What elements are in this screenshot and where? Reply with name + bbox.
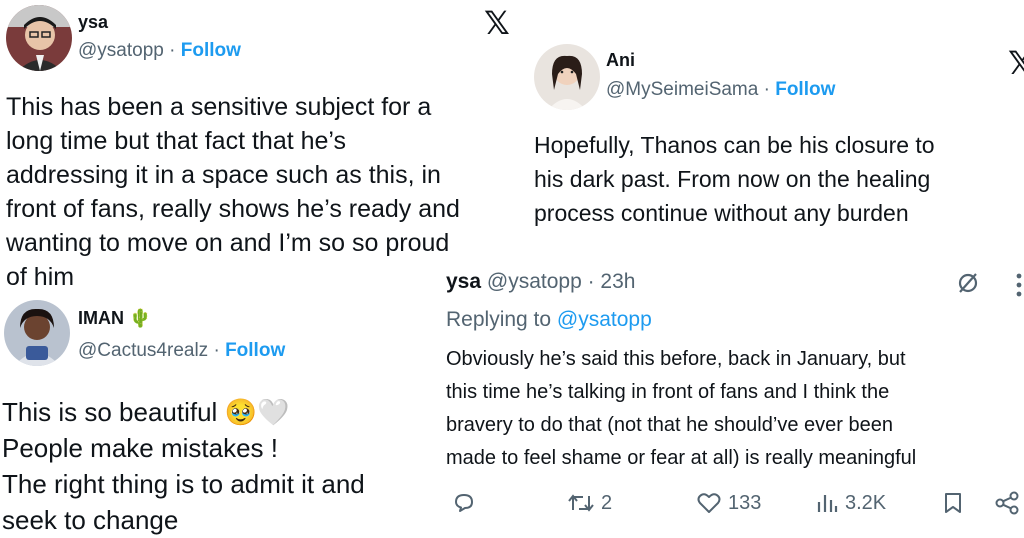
tweet-ani-handle-line: @MySeimeiSama · Follow xyxy=(606,79,835,101)
retweet-icon xyxy=(568,494,594,512)
tweet-line: made to feel shame or fear at all) is re… xyxy=(446,447,917,469)
tweet-reply-name[interactable]: ysa xyxy=(446,270,481,293)
avatar-iman[interactable] xyxy=(4,300,70,366)
tweet-line: his dark past. From now on the healing xyxy=(534,166,931,192)
tweet-line: of him xyxy=(6,263,75,291)
share-button[interactable] xyxy=(994,491,1020,515)
white-heart-emoji: 🤍 xyxy=(256,397,290,427)
tweet-ysa-body: This has been a sensitive subject for a … xyxy=(6,90,460,294)
tweet-line: Obviously he’s said this before, back in… xyxy=(446,348,906,370)
tweet-line: seek to change xyxy=(2,505,179,535)
avatar-iman-image xyxy=(4,300,70,366)
follow-button[interactable]: Follow xyxy=(225,340,285,361)
tweet-iman-name[interactable]: IMAN 🌵 xyxy=(78,308,151,329)
retweet-button[interactable]: 2 xyxy=(567,491,612,515)
tweet-iman-handle[interactable]: @Cactus4realz xyxy=(78,340,208,361)
like-button[interactable]: 133 xyxy=(696,491,761,515)
tweet-ysa-name[interactable]: ysa xyxy=(78,12,108,33)
grok-icon[interactable] xyxy=(955,270,981,296)
tweet-line: process continue without any burden xyxy=(534,200,909,226)
pleading-face-emoji: 🥹 xyxy=(224,397,257,427)
tweet-line: This has been a sensitive subject for a xyxy=(6,93,432,121)
separator-dot: · xyxy=(169,40,176,61)
reply-button[interactable] xyxy=(452,491,476,515)
avatar-ysa[interactable] xyxy=(6,5,72,71)
avatar-ani[interactable] xyxy=(534,44,600,110)
x-logo-icon[interactable]: 𝕏 xyxy=(484,4,510,42)
heart-icon xyxy=(697,493,721,513)
tweet-iman-name-text: IMAN xyxy=(78,308,124,328)
avatar-ani-image xyxy=(534,44,600,110)
avatar-ysa-image xyxy=(6,5,72,71)
cactus-emoji: 🌵 xyxy=(129,308,152,328)
like-count: 133 xyxy=(728,491,762,514)
separator-dot: · xyxy=(213,340,220,361)
tweet-ani-handle[interactable]: @MySeimeiSama xyxy=(606,79,758,100)
tweet-line: bravery to do that (not that he should’v… xyxy=(446,414,893,436)
tweet-line: Hopefully, Thanos can be his closure to xyxy=(534,132,935,158)
tweet-reply-body: Obviously he’s said this before, back in… xyxy=(446,343,916,475)
tweet-ysa-handle-line: @ysatopp · Follow xyxy=(78,40,241,62)
bookmark-icon xyxy=(945,493,961,513)
tweet-line: front of fans, really shows he’s ready a… xyxy=(6,195,460,223)
tweet-reply-header: ysa @ysatopp · 23h xyxy=(446,270,635,294)
tweet-line: addressing it in a space such as this, i… xyxy=(6,161,441,189)
bookmark-button[interactable] xyxy=(942,491,964,515)
tweet-reply-handle[interactable]: @ysatopp xyxy=(487,270,582,293)
replying-to-label: Replying to xyxy=(446,308,552,331)
tweet-line-text: This is so beautiful xyxy=(2,397,218,427)
tweet-iman-handle-line: @Cactus4realz · Follow xyxy=(78,340,285,362)
tweet-ysa-handle[interactable]: @ysatopp xyxy=(78,40,164,61)
tweet-iman-body: This is so beautiful 🥹🤍 People make mist… xyxy=(2,394,365,538)
reply-icon xyxy=(455,494,473,512)
tweet-line: This is so beautiful 🥹🤍 xyxy=(2,394,365,430)
more-icon-svg xyxy=(1016,273,1022,297)
more-icon[interactable] xyxy=(1016,272,1022,298)
tweet-line: People make mistakes ! xyxy=(2,433,279,463)
views-button[interactable]: 3.2K xyxy=(815,491,886,515)
separator-dot: · xyxy=(763,79,770,100)
tweet-line: this time he’s talking in front of fans … xyxy=(446,381,890,403)
grok-icon-svg xyxy=(958,273,978,293)
retweet-count: 2 xyxy=(601,491,613,514)
follow-button[interactable]: Follow xyxy=(775,79,835,100)
tweet-ani-name[interactable]: Ani xyxy=(606,50,635,71)
tweet-line: long time but that fact that he’s xyxy=(6,127,347,155)
tweet-line: wanting to move on and I’m so so proud xyxy=(6,229,450,257)
tweet-ani-body: Hopefully, Thanos can be his closure to … xyxy=(534,128,935,230)
tweet-line: The right thing is to admit it and xyxy=(2,469,365,499)
x-logo-icon[interactable]: 𝕏 xyxy=(1008,44,1024,82)
views-icon xyxy=(817,495,838,512)
replying-to-line: Replying to @ysatopp xyxy=(446,308,652,332)
views-count: 3.2K xyxy=(845,491,887,514)
share-icon xyxy=(995,491,1019,515)
replying-to-handle[interactable]: @ysatopp xyxy=(557,308,652,331)
follow-button[interactable]: Follow xyxy=(181,40,241,61)
tweet-reply-time[interactable]: · 23h xyxy=(588,270,636,293)
